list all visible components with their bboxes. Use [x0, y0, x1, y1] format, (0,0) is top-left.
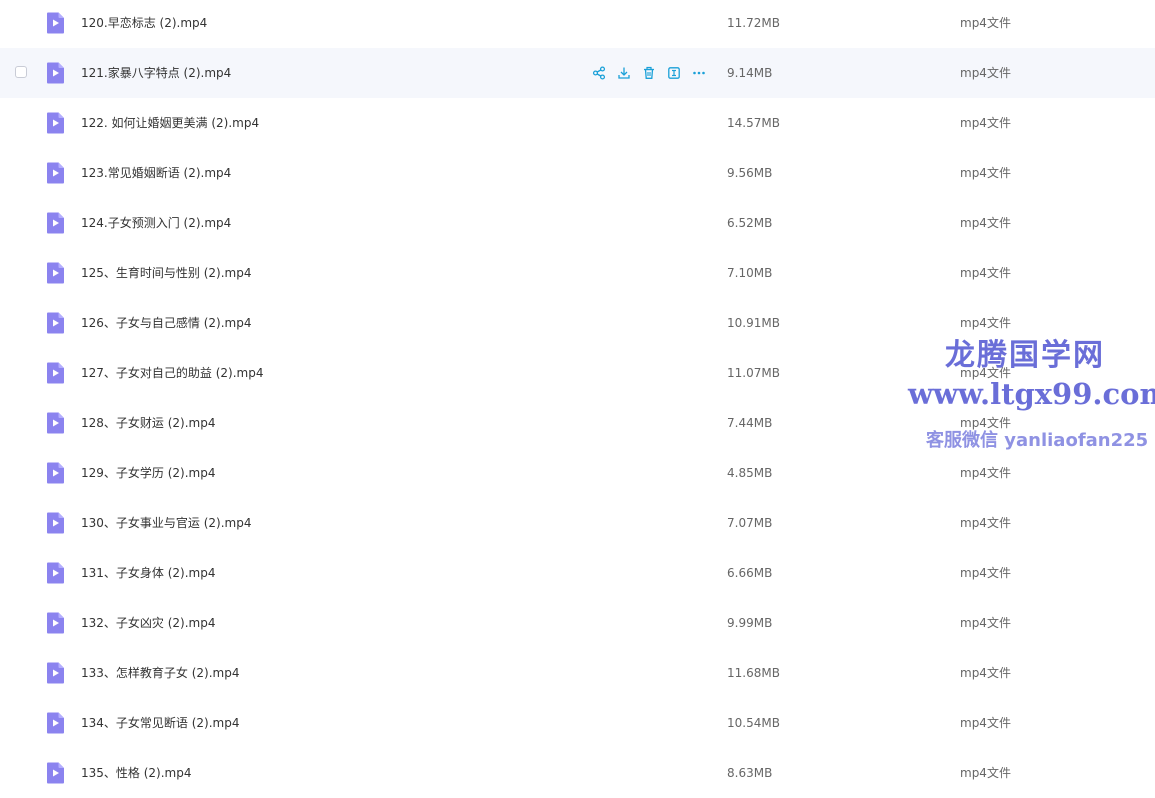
- table-row[interactable]: 125、生育时间与性别 (2).mp4 7.10MB mp4文件: [0, 248, 1155, 298]
- table-row[interactable]: 120.早恋标志 (2).mp4 11.72MB mp4文件: [0, 0, 1155, 48]
- file-type: mp4文件: [960, 66, 1011, 80]
- video-file-icon: [45, 662, 65, 684]
- file-size: 11.72MB: [727, 16, 780, 30]
- video-file-icon: [45, 562, 65, 584]
- file-type: mp4文件: [960, 616, 1011, 630]
- file-size: 11.68MB: [727, 666, 780, 680]
- file-size: 9.99MB: [727, 616, 773, 630]
- download-icon[interactable]: [615, 64, 633, 82]
- file-name[interactable]: 123.常见婚姻断语 (2).mp4: [81, 148, 231, 198]
- file-name[interactable]: 128、子女财运 (2).mp4: [81, 398, 215, 448]
- video-file-icon: [45, 312, 65, 334]
- video-file-icon: [45, 162, 65, 184]
- row-checkbox[interactable]: [15, 66, 27, 78]
- file-type: mp4文件: [960, 16, 1011, 30]
- table-row[interactable]: 133、怎样教育子女 (2).mp4 11.68MB mp4文件: [0, 648, 1155, 698]
- table-row[interactable]: 127、子女对自己的助益 (2).mp4 11.07MB mp4文件: [0, 348, 1155, 398]
- file-name[interactable]: 121.家暴八字特点 (2).mp4: [81, 48, 231, 98]
- file-type: mp4文件: [960, 416, 1011, 430]
- file-type: mp4文件: [960, 466, 1011, 480]
- file-size: 10.54MB: [727, 716, 780, 730]
- file-name[interactable]: 120.早恋标志 (2).mp4: [81, 0, 207, 48]
- video-file-icon: [45, 462, 65, 484]
- row-actions: [590, 64, 708, 82]
- file-name[interactable]: 129、子女学历 (2).mp4: [81, 448, 215, 498]
- table-row[interactable]: 126、子女与自己感情 (2).mp4 10.91MB mp4文件: [0, 298, 1155, 348]
- video-file-icon: [45, 212, 65, 234]
- video-file-icon: [45, 262, 65, 284]
- share-icon[interactable]: [590, 64, 608, 82]
- file-name[interactable]: 126、子女与自己感情 (2).mp4: [81, 298, 251, 348]
- video-file-icon: [45, 612, 65, 634]
- file-type: mp4文件: [960, 216, 1011, 230]
- video-file-icon: [45, 362, 65, 384]
- file-type: mp4文件: [960, 266, 1011, 280]
- table-row[interactable]: 124.子女预测入门 (2).mp4 6.52MB mp4文件: [0, 198, 1155, 248]
- table-row[interactable]: 128、子女财运 (2).mp4 7.44MB mp4文件: [0, 398, 1155, 448]
- table-row[interactable]: 123.常见婚姻断语 (2).mp4 9.56MB mp4文件: [0, 148, 1155, 198]
- table-row[interactable]: 131、子女身体 (2).mp4 6.66MB mp4文件: [0, 548, 1155, 598]
- file-name[interactable]: 127、子女对自己的助益 (2).mp4: [81, 348, 263, 398]
- more-icon[interactable]: [690, 64, 708, 82]
- file-size: 4.85MB: [727, 466, 773, 480]
- file-size: 9.14MB: [727, 66, 773, 80]
- file-size: 7.44MB: [727, 416, 773, 430]
- file-type: mp4文件: [960, 166, 1011, 180]
- file-name[interactable]: 124.子女预测入门 (2).mp4: [81, 198, 231, 248]
- file-type: mp4文件: [960, 516, 1011, 530]
- file-name[interactable]: 132、子女凶灾 (2).mp4: [81, 598, 215, 648]
- file-size: 14.57MB: [727, 116, 780, 130]
- video-file-icon: [45, 412, 65, 434]
- table-row[interactable]: 129、子女学历 (2).mp4 4.85MB mp4文件: [0, 448, 1155, 498]
- file-name[interactable]: 131、子女身体 (2).mp4: [81, 548, 215, 598]
- video-file-icon: [45, 712, 65, 734]
- file-type: mp4文件: [960, 566, 1011, 580]
- file-size: 7.10MB: [727, 266, 773, 280]
- table-row[interactable]: 130、子女事业与官运 (2).mp4 7.07MB mp4文件: [0, 498, 1155, 548]
- file-name[interactable]: 125、生育时间与性别 (2).mp4: [81, 248, 251, 298]
- video-file-icon: [45, 62, 65, 84]
- table-row[interactable]: 132、子女凶灾 (2).mp4 9.99MB mp4文件: [0, 598, 1155, 648]
- video-file-icon: [45, 762, 65, 784]
- table-row[interactable]: 121.家暴八字特点 (2).mp4 9.14MB mp4文件: [0, 48, 1155, 98]
- rename-icon[interactable]: [665, 64, 683, 82]
- file-size: 11.07MB: [727, 366, 780, 380]
- file-size: 9.56MB: [727, 166, 773, 180]
- file-size: 10.91MB: [727, 316, 780, 330]
- file-name[interactable]: 130、子女事业与官运 (2).mp4: [81, 498, 251, 548]
- file-name[interactable]: 133、怎样教育子女 (2).mp4: [81, 648, 239, 698]
- file-type: mp4文件: [960, 666, 1011, 680]
- file-size: 7.07MB: [727, 516, 773, 530]
- file-name[interactable]: 134、子女常见断语 (2).mp4: [81, 698, 239, 748]
- file-list: 120.早恋标志 (2).mp4 11.72MB mp4文件 121.家暴八字特点 (…: [0, 0, 1155, 798]
- file-size: 6.52MB: [727, 216, 773, 230]
- file-type: mp4文件: [960, 316, 1011, 330]
- file-name[interactable]: 122. 如何让婚姻更美满 (2).mp4: [81, 98, 259, 148]
- table-row[interactable]: 134、子女常见断语 (2).mp4 10.54MB mp4文件: [0, 698, 1155, 748]
- table-row[interactable]: 122. 如何让婚姻更美满 (2).mp4 14.57MB mp4文件: [0, 98, 1155, 148]
- video-file-icon: [45, 112, 65, 134]
- file-type: mp4文件: [960, 716, 1011, 730]
- delete-icon[interactable]: [640, 64, 658, 82]
- file-type: mp4文件: [960, 116, 1011, 130]
- video-file-icon: [45, 12, 65, 34]
- file-type: mp4文件: [960, 366, 1011, 380]
- video-file-icon: [45, 512, 65, 534]
- file-size: 6.66MB: [727, 566, 773, 580]
